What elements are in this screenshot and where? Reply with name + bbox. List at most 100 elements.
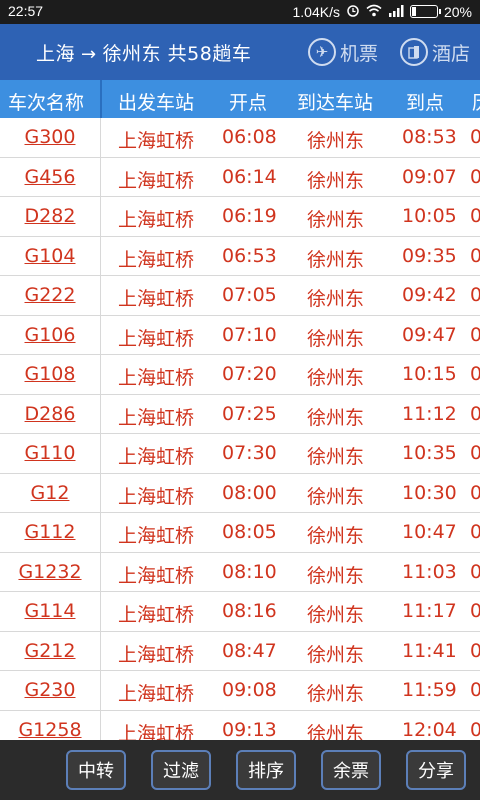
train-number[interactable]: G104 [0,245,100,267]
row-divider [100,276,101,315]
extra-column: 0 [470,718,480,741]
arrival-station: 徐州东 [307,683,365,705]
signal-icon [388,4,404,20]
extra-column: 0 [470,323,480,346]
train-number[interactable]: G112 [0,521,100,543]
table-row[interactable]: G114 上海虹桥 08:16 徐州东 11:17 0 [0,592,480,632]
table-row[interactable]: G106 上海虹桥 07:10 徐州东 09:47 0 [0,315,480,355]
col-arr-time[interactable]: 到点 [406,88,444,115]
departure-time: 06:08 [222,126,277,148]
departure-station: 上海虹桥 [118,683,195,705]
train-number[interactable]: G106 [0,324,100,346]
arrival-time: 12:04 [402,718,457,741]
extra-column: 0 [470,126,480,148]
train-number[interactable]: G222 [0,284,100,306]
train-number[interactable]: G456 [0,166,100,188]
row-divider [100,315,101,354]
table-row[interactable]: G456 上海虹桥 06:14 徐州东 09:07 0 [0,157,480,197]
filter-button[interactable]: 过滤 [151,750,211,790]
arrival-station: 徐州东 [307,722,365,741]
train-list[interactable]: G300 上海虹桥 06:08 徐州东 08:53 0 G456 上海虹桥 06:14 徐州东 09… [0,118,480,740]
sort-button[interactable]: 排序 [236,750,296,790]
arrival-time: 10:05 [402,205,457,227]
table-row[interactable]: D286 上海虹桥 07:25 徐州东 11:12 0 [0,394,480,434]
extra-column: 0 [470,679,480,701]
arrival-time: 10:30 [402,481,457,504]
tickets-button[interactable]: 余票 [321,750,381,790]
departure-station: 上海虹桥 [118,525,195,547]
departure-station: 上海虹桥 [118,406,195,429]
table-row[interactable]: G300 上海虹桥 06:08 徐州东 08:53 0 [0,118,480,158]
train-number[interactable]: G1232 [0,561,100,583]
train-number[interactable]: G108 [0,363,100,385]
airplane-icon: ✈ [308,38,336,66]
train-number[interactable]: D286 [0,403,100,425]
table-row[interactable]: G222 上海虹桥 07:05 徐州东 09:42 0 [0,276,480,316]
arrival-station: 徐州东 [307,643,365,666]
arrival-time: 10:47 [402,521,457,543]
train-number[interactable]: G212 [0,640,100,662]
route-title: 上海 → 徐州东 共58趟车 [36,39,251,66]
battery-icon [409,5,441,18]
col-arr-station[interactable]: 到达车站 [297,88,373,115]
train-number[interactable]: D282 [0,205,100,227]
train-number[interactable]: G12 [0,482,100,504]
table-row[interactable]: G12 上海虹桥 08:00 徐州东 10:30 0 [0,473,480,513]
departure-station: 上海虹桥 [118,209,195,231]
arrival-station: 徐州东 [307,248,365,271]
arrival-time: 11:12 [402,402,457,425]
arrival-station: 徐州东 [307,288,365,310]
table-row[interactable]: G230 上海虹桥 09:08 徐州东 11:59 0 [0,671,480,711]
arrival-station: 徐州东 [307,485,365,508]
departure-station: 上海虹桥 [118,248,195,271]
departure-time: 08:05 [222,521,277,543]
arrival-station: 徐州东 [307,367,365,389]
table-row[interactable]: G110 上海虹桥 07:30 徐州东 10:35 0 [0,434,480,474]
arrival-station: 徐州东 [307,446,365,468]
app-header: 上海 → 徐州东 共58趟车 ✈ 机票 酒店 [0,24,480,80]
arrival-station: 徐州东 [307,406,365,429]
table-row[interactable]: D282 上海虹桥 06:19 徐州东 10:05 0 [0,197,480,237]
share-button[interactable]: 分享 [406,750,466,790]
table-row[interactable]: G1258 上海虹桥 09:13 徐州东 12:04 0 [0,710,480,741]
arrival-time: 11:17 [402,600,457,622]
departure-station: 上海虹桥 [118,288,195,310]
departure-time: 07:20 [222,363,277,385]
table-row[interactable]: G108 上海虹桥 07:20 徐州东 10:15 0 [0,355,480,395]
train-number[interactable]: G1258 [0,719,100,741]
table-header: 车次名称 出发车站 开点 到达车站 到点 历 [0,80,480,118]
col-dep-time[interactable]: 开点 [229,88,267,115]
extra-column: 0 [470,521,480,543]
bottom-toolbar: 中转 过滤 排序 余票 分享 [0,740,480,800]
departure-time: 08:47 [222,639,277,662]
row-divider [100,473,101,512]
table-row[interactable]: G1232 上海虹桥 08:10 徐州东 11:03 0 [0,552,480,592]
train-number[interactable]: G114 [0,600,100,622]
table-row[interactable]: G104 上海虹桥 06:53 徐州东 09:35 0 [0,236,480,276]
departure-station: 上海虹桥 [118,169,195,192]
transfer-button[interactable]: 中转 [66,750,126,790]
col-dep-station[interactable]: 出发车站 [118,88,194,115]
arrival-station: 徐州东 [307,130,365,152]
row-divider [100,355,101,394]
departure-station: 上海虹桥 [118,327,195,350]
arrival-time: 10:15 [402,363,457,385]
departure-time: 09:08 [222,679,277,701]
arrival-time: 09:07 [402,165,457,188]
train-number[interactable]: G300 [0,126,100,148]
table-row[interactable]: G112 上海虹桥 08:05 徐州东 10:47 0 [0,513,480,553]
train-number[interactable]: G110 [0,442,100,464]
row-divider [100,710,101,740]
status-indicators: 1.04K/s 20% [292,3,472,20]
table-row[interactable]: G212 上海虹桥 08:47 徐州东 11:41 0 [0,631,480,671]
hotel-button[interactable]: 酒店 [400,36,470,68]
row-divider [100,592,101,631]
departure-time: 06:19 [222,205,277,227]
train-number[interactable]: G230 [0,679,100,701]
flight-button[interactable]: ✈ 机票 [308,36,378,68]
arrival-time: 11:59 [402,679,457,701]
row-divider [100,157,101,196]
extra-column: 0 [470,600,480,622]
col-train-no[interactable]: 车次名称 [8,88,84,115]
col-extra[interactable]: 历 [472,88,480,115]
